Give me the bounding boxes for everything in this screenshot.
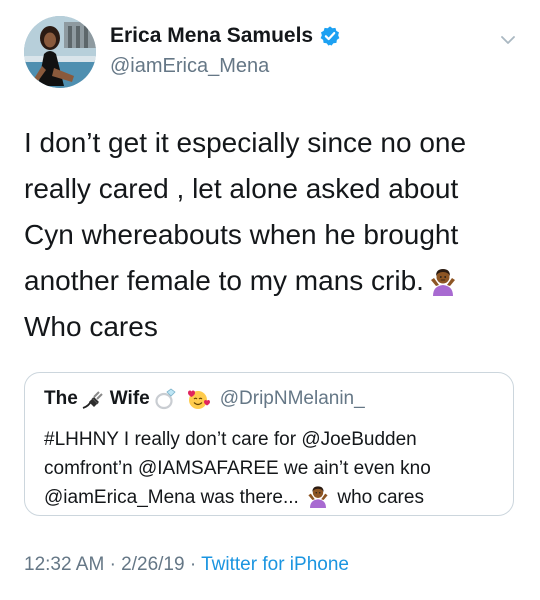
quoted-text-line-tail: who cares [337,487,424,508]
author-name-text: Erica Mena Samuels [110,24,314,47]
quoted-author-name-part2: Wife [109,388,150,409]
quoted-text-line: #LHHNY I really don’t care for @JoeBudde… [44,429,417,450]
quoted-text-line: comfront’n @IAMSAFAREE we ain’t even kno [44,458,431,479]
tweet-source-link[interactable]: Twitter for iPhone [201,554,349,575]
electric-plug-emoji-icon [81,388,107,410]
quoted-text-line-text: @iamErica_Mena was there... [44,487,299,508]
smiling-face-with-hearts-emoji-icon [185,388,211,410]
tweet-text-line: Who cares [24,311,158,342]
tweet-time[interactable]: 12:32 AM [24,554,104,575]
quoted-author-name-part1: The [44,388,78,409]
tweet-text-line: really cared , let alone asked about [24,173,459,204]
tweet: Erica Mena Samuels @iamErica_Mena I don’… [0,0,540,600]
ring-emoji-icon [153,388,179,410]
tweet-text-line: I don’t get it especially since no one [24,127,467,158]
quoted-tweet-text: #LHHNY I really don’t care for @JoeBudde… [44,425,504,512]
quoted-author-handle[interactable]: @DripNMelanin_ [220,388,365,410]
verified-badge-icon [319,25,341,47]
author-display-name[interactable]: Erica Mena Samuels [110,24,341,48]
tweet-text-line: Cyn whereabouts when he brought [24,219,459,250]
person-shrugging-emoji-icon [306,484,330,508]
tweet-text-line-text: another female to my mans crib. [24,265,424,296]
avatar[interactable] [24,16,96,88]
tweet-text: I don’t get it especially since no one r… [24,120,524,350]
quoted-tweet-card[interactable]: The Wife @DripNMelanin_ #LHHNY I really … [24,372,514,516]
quoted-text-line-with-emoji: @iamErica_Mena was there... who cares [44,483,504,512]
tweet-text-line-with-emoji: another female to my mans crib. [24,258,524,304]
author-handle[interactable]: @iamErica_Mena [110,55,269,78]
person-shrugging-emoji-icon [428,266,458,296]
meta-separator: · [109,554,116,575]
tweet-date[interactable]: 2/26/19 [121,554,184,575]
meta-separator: · [189,554,197,575]
quoted-tweet-header: The Wife @DripNMelanin_ [44,388,365,410]
chevron-down-icon[interactable] [498,30,518,50]
avatar-photo [24,16,96,88]
tweet-metadata: 12:32 AM · 2/26/19 · Twitter for iPhone [24,554,349,576]
